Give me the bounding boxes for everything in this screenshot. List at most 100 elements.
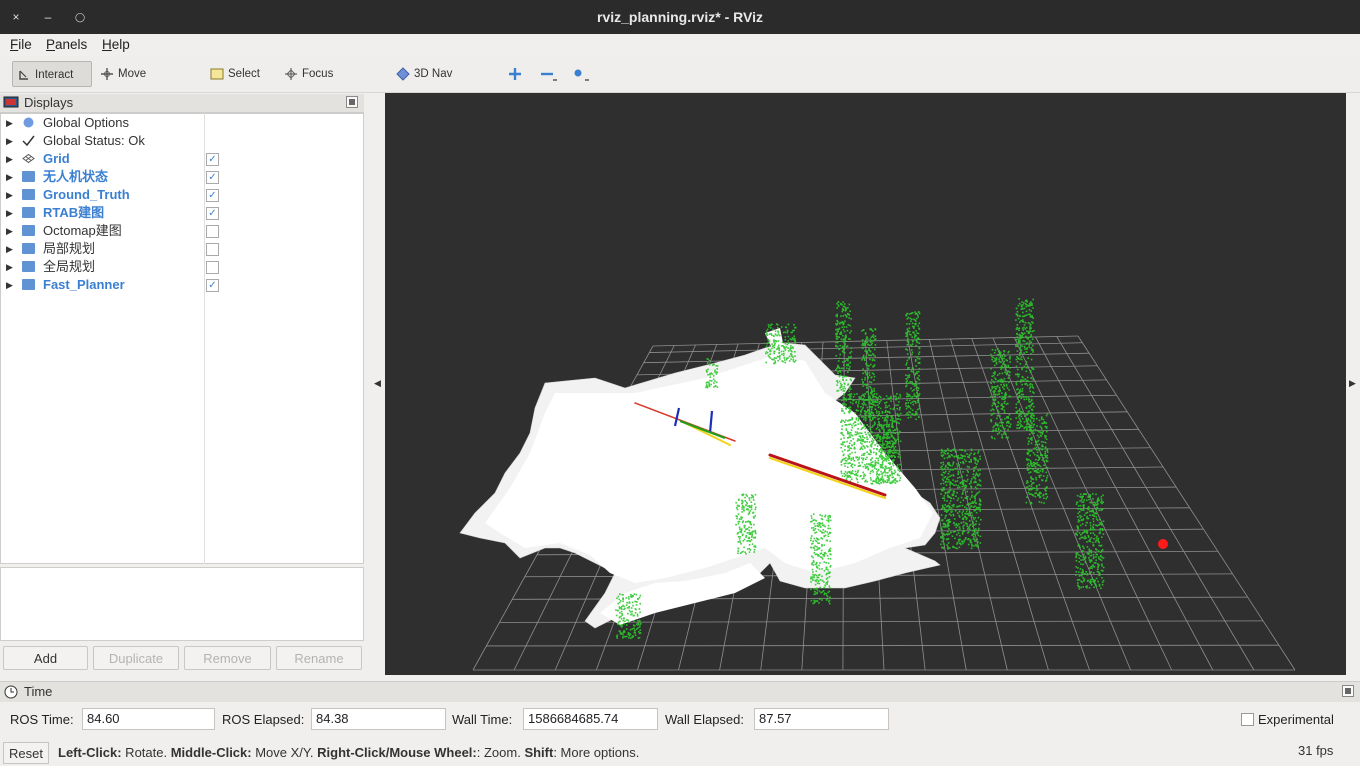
window-title: rviz_planning.rviz* - RViz	[597, 9, 763, 25]
ros-elapsed-label: ROS Elapsed:	[222, 712, 305, 727]
check-icon	[22, 135, 35, 146]
time-panel-header: Time	[0, 681, 1360, 702]
hint-middle: Move X/Y.	[251, 745, 318, 760]
display-item-global-options[interactable]: ▶ Global Options	[0, 114, 362, 132]
move-camera-icon	[101, 67, 113, 80]
plus-icon[interactable]	[508, 67, 522, 81]
tool-nav-goal[interactable]: 3D Nav Goal	[392, 61, 482, 106]
menu-help[interactable]: Help	[102, 37, 130, 52]
hint-middle-key: Middle-Click:	[170, 745, 252, 760]
display-enable-checkbox[interactable]	[206, 261, 219, 274]
expand-arrow-icon[interactable]: ▶	[6, 258, 13, 276]
tool-bar: Interact Move Camera Select Focus Camera…	[0, 56, 1360, 106]
reset-button[interactable]: Reset	[3, 742, 49, 764]
tool-focus-camera[interactable]: Focus Camera	[280, 61, 376, 106]
expand-arrow-icon[interactable]: ▶	[6, 132, 13, 150]
render-viewport[interactable]	[385, 93, 1346, 675]
grid-icon	[22, 153, 35, 164]
display-enable-checkbox[interactable]	[206, 243, 219, 256]
displays-panel-header: Displays	[0, 94, 364, 113]
display-item-label: 无人机状态	[43, 169, 109, 184]
wall-time-field[interactable]: 1586684685.74	[523, 708, 658, 730]
collapse-right-panel-icon[interactable]: ▶	[1349, 378, 1356, 389]
expand-arrow-icon[interactable]: ▶	[6, 114, 13, 132]
ros-elapsed-field[interactable]: 84.38	[311, 708, 446, 730]
wall-elapsed-label: Wall Elapsed:	[665, 712, 744, 727]
undock-time-panel-button[interactable]	[1342, 685, 1354, 697]
window-titlebar: × – ◯ rviz_planning.rviz* - RViz	[0, 0, 1360, 34]
rename-display-button[interactable]: Rename	[276, 646, 362, 670]
display-enable-checkbox[interactable]: ✓	[206, 171, 219, 184]
display-item-grid[interactable]: ▶ Grid ✓	[0, 150, 362, 168]
display-item-label: Global Status: Ok	[43, 133, 145, 148]
expand-arrow-icon[interactable]: ▶	[6, 150, 13, 168]
ros-time-label: ROS Time:	[10, 712, 74, 727]
fps-readout: 31 fps	[1298, 743, 1334, 758]
duplicate-display-button[interactable]: Duplicate	[93, 646, 179, 670]
wall-elapsed-field[interactable]: 87.57	[754, 708, 889, 730]
display-enable-checkbox[interactable]	[206, 225, 219, 238]
expand-arrow-icon[interactable]: ▶	[6, 276, 13, 294]
menu-file[interactable]: File	[10, 37, 32, 52]
add-display-button[interactable]: Add	[3, 646, 88, 670]
wall-time-label: Wall Time:	[452, 712, 513, 727]
display-item-rtab-map[interactable]: ▶ RTAB建图 ✓	[0, 204, 362, 222]
hint-left: Rotate.	[121, 745, 171, 760]
display-enable-checkbox[interactable]: ✓	[206, 189, 219, 202]
hint-shift: : More options.	[553, 745, 640, 760]
tool-interact-label: Interact	[35, 69, 74, 81]
menu-bar: File Panels Help	[0, 34, 1360, 56]
display-item-label: Global Options	[43, 115, 129, 130]
display-enable-checkbox[interactable]: ✓	[206, 153, 219, 166]
undock-panel-button[interactable]	[346, 96, 358, 108]
camera-icon[interactable]	[570, 67, 590, 83]
experimental-label: Experimental	[1258, 712, 1334, 727]
expand-arrow-icon[interactable]: ▶	[6, 240, 13, 258]
expand-arrow-icon[interactable]: ▶	[6, 186, 13, 204]
goal-marker	[1158, 539, 1168, 549]
interact-icon	[19, 70, 28, 80]
expand-arrow-icon[interactable]: ▶	[6, 222, 13, 240]
display-item-octomap[interactable]: ▶ Octomap建图	[0, 222, 362, 240]
focus-camera-icon	[285, 67, 297, 80]
monitor-icon	[3, 96, 19, 108]
expand-arrow-icon[interactable]: ▶	[6, 168, 13, 186]
display-item-label: Octomap建图	[43, 223, 122, 238]
display-item-local-planning[interactable]: ▶ 局部规划	[0, 240, 362, 258]
ros-time-field[interactable]: 84.60	[82, 708, 215, 730]
mouse-hint-text: Left-Click: Rotate. Middle-Click: Move X…	[58, 745, 639, 760]
display-item-label: RTAB建图	[43, 205, 105, 220]
display-enable-checkbox[interactable]: ✓	[206, 207, 219, 220]
display-item-global-status[interactable]: ▶ Global Status: Ok	[0, 132, 362, 150]
tool-interact[interactable]: Interact	[12, 61, 92, 87]
display-item-label: Fast_Planner	[43, 277, 125, 292]
expand-arrow-icon[interactable]: ▶	[6, 204, 13, 222]
display-item-label: Ground_Truth	[43, 187, 130, 202]
folder-icon	[22, 243, 35, 254]
tool-move-camera[interactable]: Move Camera	[96, 61, 192, 106]
display-item-drone-state[interactable]: ▶ 无人机状态 ✓	[0, 168, 362, 186]
display-item-label: 局部规划	[43, 241, 96, 256]
display-item-fast-planner[interactable]: ▶ Fast_Planner ✓	[0, 276, 362, 294]
hint-right-key: Right-Click/Mouse Wheel:	[317, 745, 477, 760]
display-item-label: Grid	[43, 151, 70, 166]
collapse-left-panel-icon[interactable]: ◀	[374, 378, 381, 389]
display-item-global-planning[interactable]: ▶ 全局规划	[0, 258, 362, 276]
select-icon	[210, 68, 224, 80]
folder-icon	[22, 225, 35, 236]
hint-left-key: Left-Click:	[58, 745, 122, 760]
scene-3d	[459, 298, 1296, 671]
time-title: Time	[24, 684, 53, 699]
remove-display-button[interactable]: Remove	[184, 646, 271, 670]
display-enable-checkbox[interactable]: ✓	[206, 279, 219, 292]
hint-shift-key: Shift	[524, 745, 554, 760]
folder-icon	[22, 261, 35, 272]
experimental-checkbox[interactable]	[1241, 713, 1254, 726]
display-item-ground-truth[interactable]: ▶ Ground_Truth ✓	[0, 186, 362, 204]
menu-panels[interactable]: Panels	[46, 37, 87, 52]
minus-icon[interactable]	[540, 67, 558, 83]
folder-icon	[22, 207, 35, 218]
folder-icon	[22, 279, 35, 290]
display-item-label: 全局规划	[43, 259, 96, 274]
tool-select[interactable]: Select	[206, 61, 266, 87]
